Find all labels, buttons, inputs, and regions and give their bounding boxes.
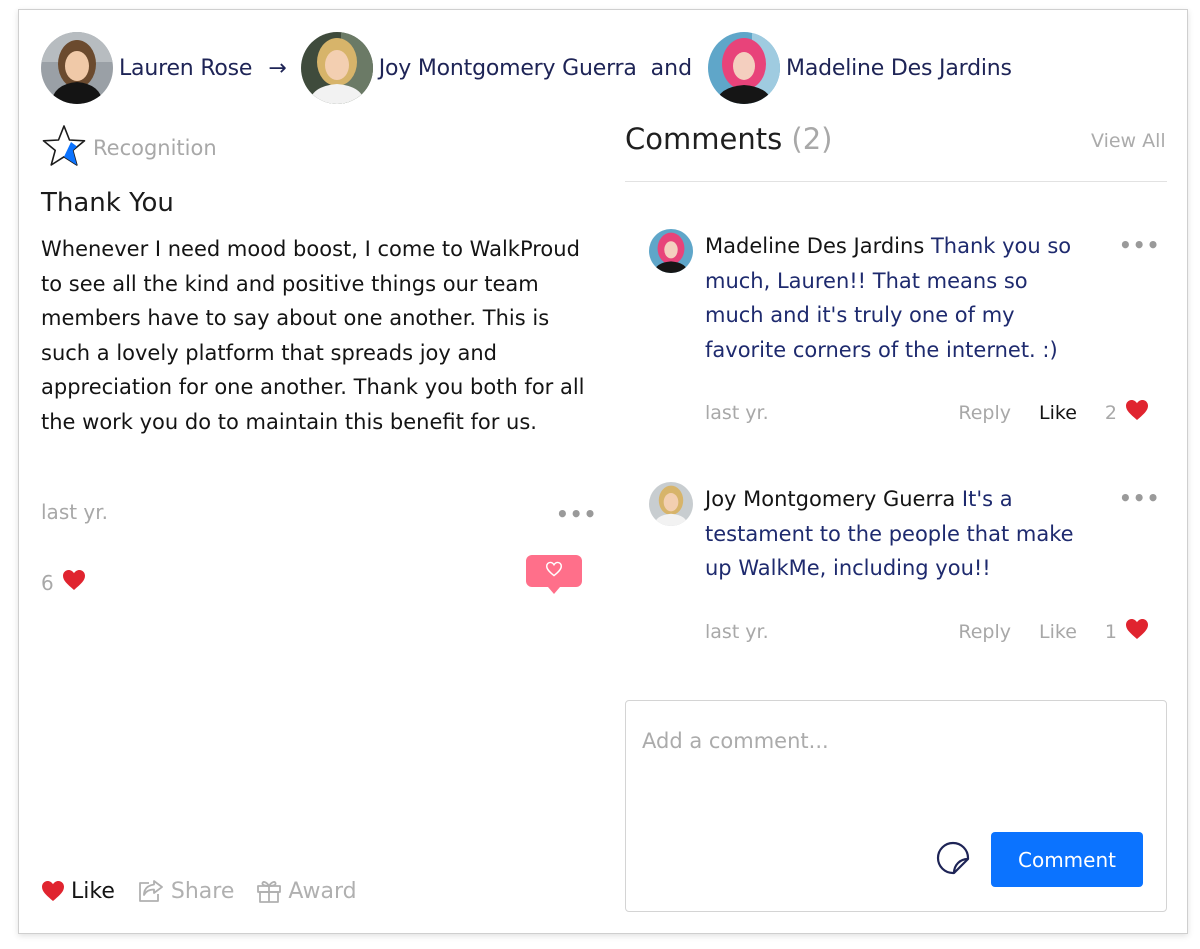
comment-like-number: 2	[1104, 401, 1117, 424]
post-like-count[interactable]: 6	[41, 569, 86, 596]
comment-content: Joy Montgomery Guerra It's a testament t…	[705, 482, 1085, 586]
heart-icon	[62, 569, 86, 596]
conjunction-text: and	[650, 55, 693, 81]
share-icon	[137, 878, 165, 904]
comment-submit-button[interactable]: Comment	[991, 832, 1143, 887]
comment-meta: last yr. Reply Like 2	[705, 399, 1149, 426]
recipient-2-avatar[interactable]	[708, 32, 781, 104]
view-all-link[interactable]: View All	[1091, 130, 1166, 152]
post-more-options-icon[interactable]: •••	[556, 502, 597, 526]
comment-like-number: 1	[1104, 620, 1117, 643]
comment-timestamp: last yr.	[705, 620, 769, 643]
recipient-2-name[interactable]: Madeline Des Jardins	[786, 56, 1012, 81]
like-button[interactable]: Like	[41, 879, 115, 904]
comment-author[interactable]: Madeline Des Jardins	[705, 234, 924, 258]
comment-reply-button[interactable]: Reply	[958, 621, 1011, 643]
comment-like-count[interactable]: 2	[1105, 399, 1149, 426]
post-title: Thank You	[41, 188, 174, 218]
recognition-header: Lauren Rose → Joy Montgomery Guerra and …	[41, 32, 1012, 104]
award-button[interactable]: Award	[256, 878, 357, 904]
recipient-1-avatar[interactable]	[300, 32, 373, 104]
heart-icon	[1125, 399, 1149, 426]
comment-meta: last yr. Reply Like 1	[705, 618, 1149, 645]
comment-author-avatar[interactable]	[649, 229, 693, 273]
post-timestamp: last yr.	[41, 500, 109, 524]
comments-divider	[625, 181, 1167, 182]
comment-input[interactable]	[642, 729, 1142, 753]
comment-like-button[interactable]: Like	[1039, 402, 1077, 424]
giver-name[interactable]: Lauren Rose	[119, 56, 252, 81]
comment-like-count[interactable]: 1	[1105, 618, 1149, 645]
comment-more-options-icon[interactable]: •••	[1119, 486, 1160, 510]
share-button[interactable]: Share	[137, 878, 235, 904]
liked-heart-tooltip	[526, 555, 582, 594]
comment-like-button[interactable]: Like	[1039, 621, 1077, 643]
comment-timestamp: last yr.	[705, 401, 769, 424]
category-label: Recognition	[93, 136, 217, 160]
sticker-icon[interactable]	[936, 841, 970, 879]
gift-icon	[256, 878, 282, 904]
heart-icon	[1125, 618, 1149, 645]
award-label: Award	[288, 878, 357, 904]
comments-count: (2)	[791, 122, 833, 156]
comment-author[interactable]: Joy Montgomery Guerra	[705, 487, 955, 511]
category-row: Recognition	[41, 124, 217, 172]
comments-heading: Comments (2)	[625, 122, 833, 156]
post-actions: Like Share Award	[41, 878, 379, 904]
comment-content: Madeline Des Jardins Thank you so much, …	[705, 229, 1085, 367]
giver-avatar[interactable]	[41, 32, 113, 104]
comment-more-options-icon[interactable]: •••	[1119, 233, 1160, 257]
heart-icon	[41, 880, 65, 902]
comments-title: Comments	[625, 122, 783, 156]
share-label: Share	[170, 878, 235, 904]
like-label: Like	[71, 878, 115, 904]
heart-outline-icon	[545, 561, 563, 581]
recognition-card: Lauren Rose → Joy Montgomery Guerra and …	[18, 9, 1188, 934]
comment-author-avatar[interactable]	[649, 482, 693, 526]
recipient-1-name[interactable]: Joy Montgomery Guerra	[379, 56, 637, 81]
arrow-icon: →	[268, 55, 287, 81]
comment-composer: Comment	[625, 700, 1167, 912]
star-icon	[41, 124, 87, 172]
comment-reply-button[interactable]: Reply	[958, 402, 1011, 424]
post-body: Whenever I need mood boost, I come to Wa…	[41, 237, 585, 434]
post-like-number: 6	[41, 570, 54, 595]
